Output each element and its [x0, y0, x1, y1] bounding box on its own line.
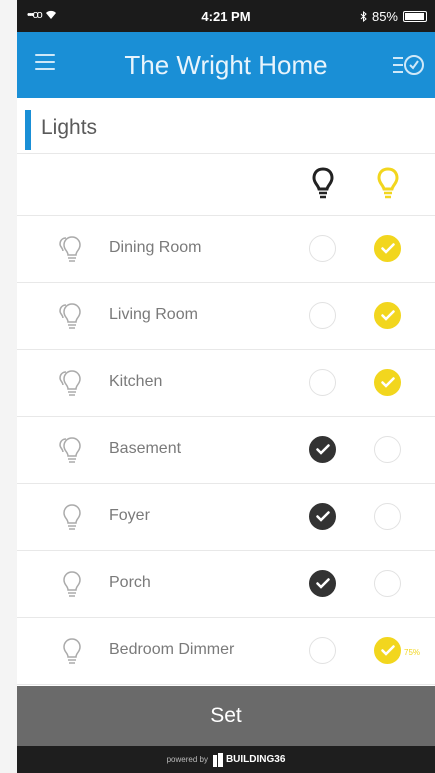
- room-name: Porch: [109, 574, 151, 591]
- on-radio[interactable]: [374, 503, 401, 530]
- on-radio[interactable]: [374, 436, 401, 463]
- battery-icon: [403, 11, 427, 22]
- light-row: Basement: [17, 417, 435, 484]
- phone-screen: •••oo 4:21 PM 85% The Wright Home Lights…: [17, 0, 435, 773]
- bulb-icon: [57, 435, 87, 465]
- light-list: Dining Room Living Room Kitchen Basement Foy…: [17, 216, 435, 685]
- battery-percent: 85%: [371, 9, 398, 24]
- dim-level: 75%: [404, 648, 421, 657]
- light-row: Dining Room: [17, 216, 435, 283]
- status-bar: •••oo 4:21 PM 85%: [17, 0, 435, 32]
- off-radio[interactable]: [309, 436, 336, 463]
- status-right: 85%: [360, 9, 427, 24]
- room-name: Bedroom Dimmer: [109, 641, 235, 658]
- footer: powered by BUILDING36: [17, 746, 435, 773]
- building-icon: [212, 752, 223, 767]
- off-radio[interactable]: [309, 235, 336, 262]
- off-radio[interactable]: [309, 369, 336, 396]
- light-row: Living Room: [17, 283, 435, 350]
- on-radio[interactable]: [374, 570, 401, 597]
- off-radio[interactable]: [309, 570, 336, 597]
- section-title: Lights: [41, 116, 98, 139]
- light-row: Foyer: [17, 484, 435, 551]
- room-name: Dining Room: [109, 239, 202, 256]
- column-header-row: [17, 154, 435, 216]
- room-name: Living Room: [109, 306, 198, 323]
- brand-logo: BUILDING36: [212, 752, 286, 767]
- lights-section-header: Lights: [17, 98, 435, 154]
- set-button[interactable]: Set: [17, 686, 435, 746]
- on-radio[interactable]: [374, 637, 401, 664]
- room-name: Basement: [109, 440, 182, 457]
- brand-name: BUILDING36: [225, 754, 286, 765]
- on-radio[interactable]: [374, 302, 401, 329]
- off-radio[interactable]: [309, 637, 336, 664]
- schedule-icon[interactable]: [391, 50, 425, 80]
- bulb-icon: [57, 569, 87, 599]
- app-header: The Wright Home: [17, 32, 435, 98]
- bluetooth-icon: [360, 11, 367, 22]
- light-row: Porch: [17, 551, 435, 618]
- section-accent-bar: [25, 110, 31, 150]
- light-row: Kitchen: [17, 350, 435, 417]
- bulb-icon: [57, 234, 87, 264]
- light-row: Bedroom Dimmer 75%: [17, 618, 435, 685]
- powered-by-text: powered by: [166, 755, 208, 764]
- bulb-icon: [57, 636, 87, 666]
- bulb-icon: [57, 301, 87, 331]
- bulb-icon: [57, 502, 87, 532]
- off-radio[interactable]: [309, 302, 336, 329]
- bulb-off-icon: [312, 167, 334, 199]
- room-name: Kitchen: [109, 373, 163, 390]
- room-name: Foyer: [109, 507, 150, 524]
- off-radio[interactable]: [309, 503, 336, 530]
- page-title: The Wright Home: [124, 50, 328, 80]
- on-radio[interactable]: [374, 235, 401, 262]
- bulb-icon: [57, 368, 87, 398]
- bulb-on-icon: [377, 167, 399, 199]
- on-radio[interactable]: [374, 369, 401, 396]
